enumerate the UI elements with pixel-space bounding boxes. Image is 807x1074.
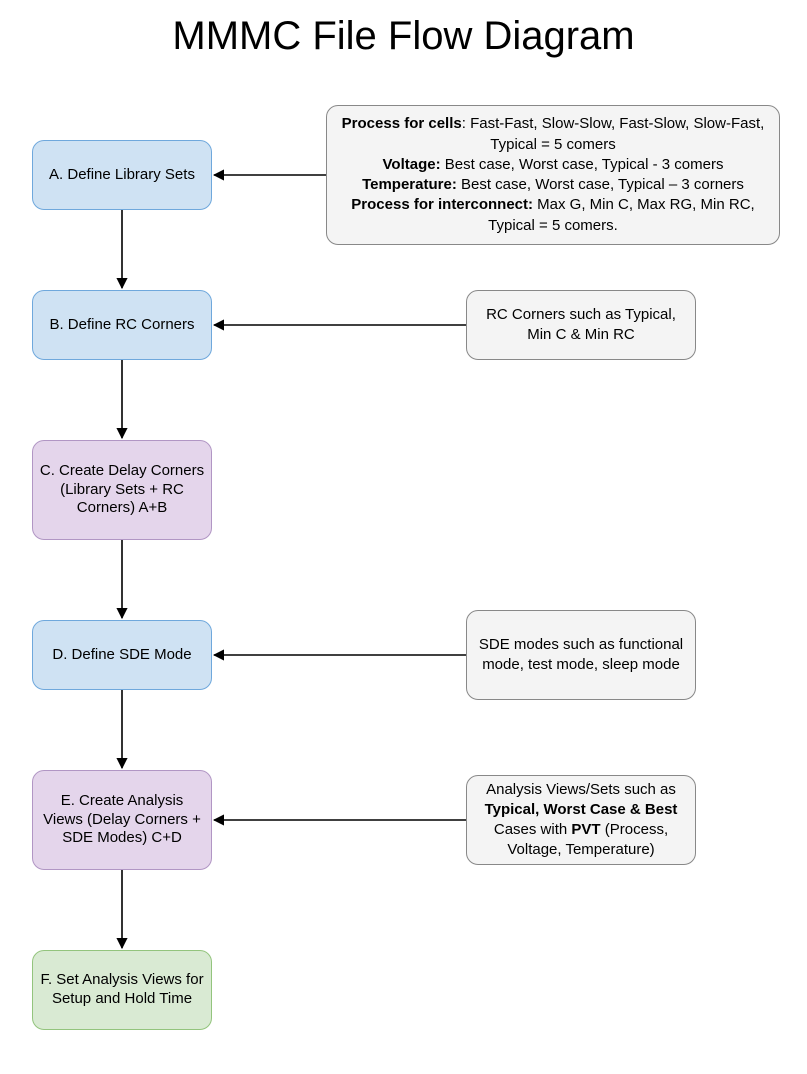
step-B-label: B. Define RC Corners xyxy=(49,316,194,335)
step-C: C. Create Delay Corners (Library Sets + … xyxy=(32,440,212,540)
note-D-text: SDE modes such as functional mode, test … xyxy=(477,635,685,676)
note-B: RC Corners such as Typical, Min C & Min … xyxy=(466,290,696,360)
note-B-text: RC Corners such as Typical, Min C & Min … xyxy=(477,305,685,346)
note-A-l2-rest: Best case, Worst case, Typical - 3 comer… xyxy=(441,156,724,173)
step-C-label: C. Create Delay Corners (Library Sets + … xyxy=(39,462,205,518)
step-E-label: E. Create Analysis Views (Delay Corners … xyxy=(39,792,205,848)
step-A-label: A. Define Library Sets xyxy=(49,166,195,185)
note-A-l1-rest: : Fast-Fast, Slow-Slow, Fast-Slow, Slow-… xyxy=(462,115,765,152)
note-A-l3-bold: Temperature: xyxy=(362,176,457,193)
note-A-l1-bold: Process for cells xyxy=(342,115,462,132)
note-D: SDE modes such as functional mode, test … xyxy=(466,610,696,700)
step-F: F. Set Analysis Views for Setup and Hold… xyxy=(32,950,212,1030)
step-D-label: D. Define SDE Mode xyxy=(52,646,191,665)
step-B: B. Define RC Corners xyxy=(32,290,212,360)
note-E-bold2: PVT xyxy=(571,821,600,838)
note-E-pre: Analysis Views/Sets such as xyxy=(486,781,676,798)
step-A: A. Define Library Sets xyxy=(32,140,212,210)
diagram-title: MMMC File Flow Diagram xyxy=(0,14,807,59)
step-D: D. Define SDE Mode xyxy=(32,620,212,690)
note-E-bold1: Typical, Worst Case & Best xyxy=(485,801,678,818)
note-A-l2-bold: Voltage: xyxy=(383,156,441,173)
note-E: Analysis Views/Sets such as Typical, Wor… xyxy=(466,775,696,865)
diagram-canvas: MMMC File Flow Diagram A. Define Library… xyxy=(0,0,807,1074)
step-F-label: F. Set Analysis Views for Setup and Hold… xyxy=(39,971,205,1009)
step-E: E. Create Analysis Views (Delay Corners … xyxy=(32,770,212,870)
note-A: Process for cells: Fast-Fast, Slow-Slow,… xyxy=(326,105,780,245)
note-E-mid: Cases with xyxy=(494,821,572,838)
note-A-l4-bold: Process for interconnect: xyxy=(351,196,533,213)
note-A-l3-rest: Best case, Worst case, Typical – 3 corne… xyxy=(457,176,744,193)
